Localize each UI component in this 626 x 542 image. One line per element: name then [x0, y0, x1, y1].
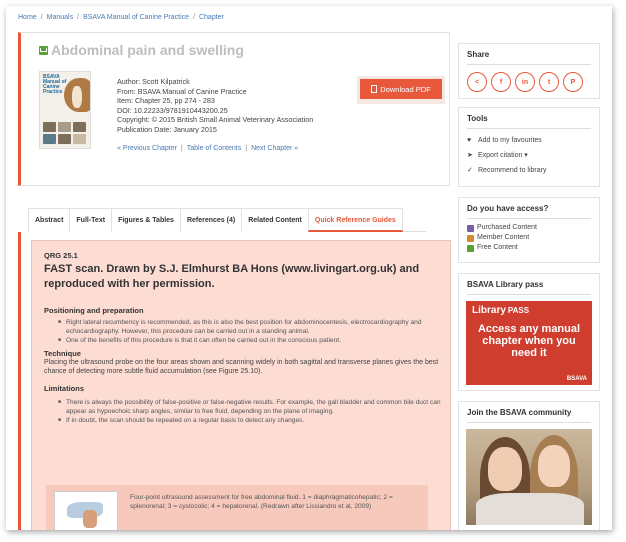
free-content-icon [39, 45, 48, 55]
cover-dog-muzzle [72, 86, 82, 108]
technique-text: Placing the ultrasound probe on the four… [44, 359, 439, 376]
positioning-heading: Positioning and preparation [44, 306, 144, 315]
cover-thumbnails [43, 122, 86, 144]
cover-title: BSAVA Manual of Canine Practice [43, 74, 67, 95]
export-citation-dropdown[interactable]: ➤ Export citation ▾ [459, 148, 599, 163]
book-cover-image[interactable]: BSAVA Manual of Canine Practice [39, 71, 91, 149]
positioning-list: Right lateral recumbency is recommended,… [44, 318, 442, 345]
tab-abstract[interactable]: Abstract [28, 208, 71, 232]
tab-related-content[interactable]: Related Content [241, 208, 309, 232]
figure-organ-shape [83, 510, 97, 528]
figure-thumbnail[interactable] [54, 491, 118, 530]
tab-content-panel: QRG 25.1 FAST scan. Drawn by S.J. Elmhur… [18, 232, 451, 530]
community-heading: Join the BSAVA community [467, 408, 572, 417]
meta-from: From: BSAVA Manual of Canine Practice [117, 86, 247, 96]
breadcrumb-manual[interactable]: BSAVA Manual of Canine Practice [83, 14, 189, 21]
chapter-metadata: Author: Scott Kilpatrick From: BSAVA Man… [117, 77, 313, 135]
tab-full-text[interactable]: Full-Text [69, 208, 113, 232]
list-item: If in doubt, the scan should be repeated… [44, 416, 442, 425]
breadcrumb-home[interactable]: Home [18, 14, 37, 21]
twitter-icon[interactable]: t [539, 72, 559, 92]
thumbs-up-icon: ✓ [467, 167, 473, 174]
cover-thumb [43, 134, 56, 144]
library-pass-heading: BSAVA Library pass [467, 280, 544, 289]
access-heading: Do you have access? [467, 204, 549, 213]
title-row: Abdominal pain and swelling [39, 42, 244, 58]
meta-author: Author: Scott Kilpatrick [117, 77, 190, 86]
access-purchased: Purchased Content [459, 223, 599, 233]
tools-card: Tools ♥ Add to my favourites ➤ Export cita… [458, 107, 600, 187]
qrg-figure: Four-point ultrasound assessment for fre… [46, 485, 428, 530]
meta-item: Item: Chapter 25, pp 274 - 283 [117, 96, 215, 106]
quick-reference-guide: QRG 25.1 FAST scan. Drawn by S.J. Elmhur… [31, 240, 451, 530]
qrg-title: FAST scan. Drawn by S.J. Elmhurst BA Hon… [44, 263, 420, 290]
chapter-nav: « Previous Chapter | Table of Contents | Nex… [117, 145, 299, 152]
linkedin-icon[interactable]: in [515, 72, 535, 92]
browser-viewport: Home / Manuals / BSAVA Manual of Canine Prac… [6, 6, 612, 530]
table-of-contents-link[interactable]: Table of Contents [187, 145, 241, 152]
share-buttons: < f in t P [459, 65, 599, 99]
list-item: One of the benefits of this procedure is… [44, 336, 442, 345]
technique-heading: Technique [44, 349, 81, 358]
facebook-icon[interactable]: f [491, 72, 511, 92]
recommend-to-library-link[interactable]: ✓ Recommend to library [459, 163, 599, 178]
content-tabs: Abstract Full-Text Figures & Tables Refe… [28, 208, 426, 232]
access-free: Free Content [459, 243, 599, 253]
breadcrumb: Home / Manuals / BSAVA Manual of Canine Prac… [18, 14, 224, 21]
library-pass-logo: Library PASS [472, 305, 530, 316]
tab-figures-tables[interactable]: Figures & Tables [111, 208, 181, 232]
tools-heading: Tools [467, 114, 488, 123]
purchased-icon [467, 224, 474, 232]
meta-copyright: Copyright: © 2015 British Small Animal V… [117, 115, 314, 125]
limitations-list: There is always the possibility of false… [44, 398, 442, 425]
tab-quick-reference-guides[interactable]: Quick Reference Guides [307, 208, 403, 232]
library-pass-text: Access any manual chapter when you need … [477, 323, 581, 359]
access-card: Do you have access? Purchased Content Me… [458, 197, 600, 263]
member-icon [467, 234, 474, 242]
previous-chapter-link[interactable]: « Previous Chapter [117, 145, 177, 152]
download-box: Download PDF [357, 76, 445, 104]
list-item: Right lateral recumbency is recommended,… [44, 318, 442, 336]
share-card: Share < f in t P [458, 43, 600, 99]
share-icon[interactable]: < [467, 72, 487, 92]
download-pdf-label: Download PDF [380, 84, 431, 94]
cover-thumb [58, 122, 71, 132]
bsava-logo: BSAVA [566, 376, 587, 382]
meta-doi: DOI: 10.22233/9781910443200.25 [117, 105, 228, 115]
cover-thumb [43, 122, 56, 132]
photo-scarf [476, 493, 584, 525]
free-icon [467, 244, 474, 252]
cover-thumb [73, 134, 86, 144]
breadcrumb-manuals[interactable]: Manuals [47, 14, 73, 21]
library-pass-banner[interactable]: Library PASS Access any manual chapter wh… [466, 301, 592, 385]
chapter-header-card: Abdominal pain and swelling BSAVA Manual… [18, 32, 450, 186]
breadcrumb-chapter[interactable]: Chapter [199, 14, 224, 21]
community-card: Join the BSAVA community [458, 401, 600, 530]
print-icon[interactable]: P [563, 72, 583, 92]
add-to-favourites-link[interactable]: ♥ Add to my favourites [459, 133, 599, 148]
cover-thumb [73, 122, 86, 132]
figure-caption: Four-point ultrasound assessment for fre… [130, 494, 393, 510]
community-photo[interactable] [466, 429, 592, 525]
photo-person-face [538, 445, 570, 487]
photo-person-face [488, 447, 522, 491]
tab-references[interactable]: References (4) [179, 208, 243, 232]
access-member: Member Content [459, 233, 599, 243]
share-heading: Share [467, 50, 490, 59]
meta-pubdate: Publication Date: January 2015 [117, 124, 217, 134]
pdf-icon [371, 85, 378, 93]
send-icon: ➤ [467, 152, 473, 159]
next-chapter-link[interactable]: Next Chapter » [251, 145, 298, 152]
page-title: Abdominal pain and swelling [51, 42, 244, 58]
library-pass-card: BSAVA Library pass Library PASS Access an… [458, 273, 600, 391]
qrg-code: QRG 25.1 [44, 251, 78, 260]
download-pdf-button[interactable]: Download PDF [360, 79, 442, 99]
limitations-heading: Limitations [44, 384, 85, 394]
list-item: There is always the possibility of false… [44, 398, 442, 416]
cover-thumb [58, 134, 71, 144]
heart-icon: ♥ [467, 137, 472, 144]
qrg-body: QRG 25.1 FAST scan. Drawn by S.J. Elmhur… [44, 251, 442, 425]
